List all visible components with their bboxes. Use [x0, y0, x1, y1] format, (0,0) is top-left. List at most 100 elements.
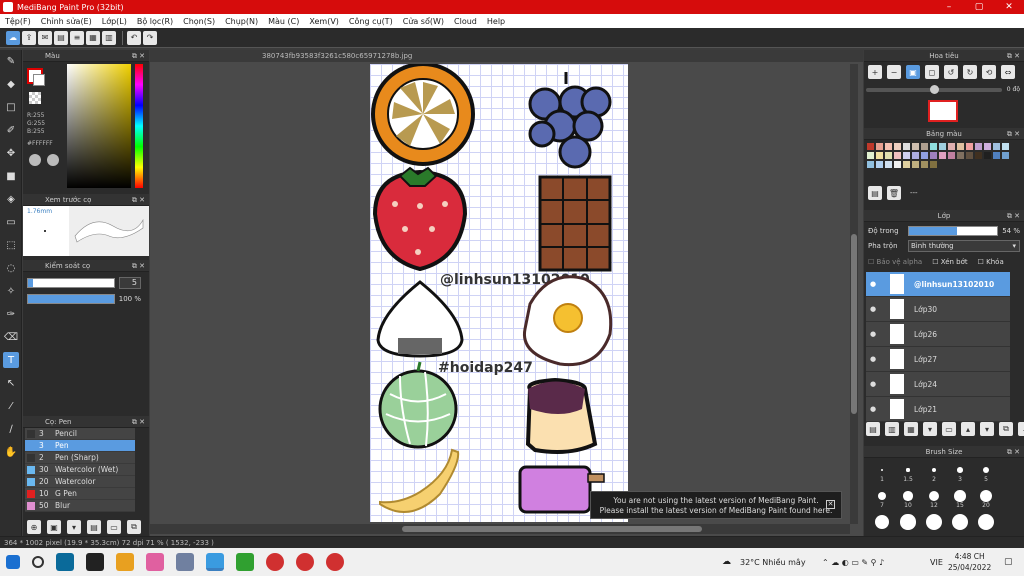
palette-swatch[interactable] — [921, 143, 928, 150]
palette-swatch[interactable] — [894, 161, 901, 168]
palette-swatch[interactable] — [975, 152, 982, 159]
background-color-swatch[interactable] — [33, 74, 45, 86]
list-icon[interactable]: ≡ — [70, 30, 84, 45]
palette-swatch[interactable] — [867, 152, 874, 159]
palette-swatch[interactable] — [984, 152, 991, 159]
notice-close-button[interactable]: ✕ — [826, 500, 835, 509]
document-canvas[interactable]: @linhsun13102010 #hoidap247 — [370, 64, 628, 522]
menu-filter[interactable]: Bộ lọc(R) — [132, 17, 178, 26]
layer-opacity-slider[interactable] — [908, 226, 998, 236]
magic-wand-tool-icon[interactable]: ✧ — [3, 283, 19, 299]
new-halftone-layer-icon[interactable]: ▥ — [885, 422, 899, 436]
merge-layer-icon[interactable]: ⇩ — [1018, 422, 1024, 436]
palette-swatch[interactable] — [939, 143, 946, 150]
brush-opacity-slider[interactable] — [27, 294, 115, 304]
panel-menu-icon[interactable]: ⧉ ✕ — [132, 194, 145, 206]
color-wheel-icon[interactable] — [29, 154, 41, 166]
brush-size-cell[interactable]: 5 — [974, 462, 998, 486]
rotation-slider-handle[interactable] — [930, 85, 939, 94]
eyedropper-tool-icon[interactable]: ⁄ — [3, 398, 19, 414]
undo-icon[interactable]: ↶ — [127, 30, 141, 45]
layer-row[interactable]: ● Lớp21 — [866, 397, 1010, 422]
palette-swatch[interactable] — [1002, 143, 1009, 150]
panel-menu-icon[interactable]: ⧉ ✕ — [1007, 446, 1020, 458]
menu-cloud[interactable]: Cloud — [449, 17, 482, 26]
brush-tool-icon[interactable]: ✎ — [3, 53, 19, 69]
brush-size-cell[interactable] — [974, 514, 998, 538]
comment-icon[interactable]: ✉ — [38, 30, 52, 45]
brush-size-grid[interactable]: 1 1.5 2 3 5 7 10 12 15 20 — [864, 458, 1010, 536]
operation-tool-icon[interactable]: ↖ — [3, 375, 19, 391]
palette-swatch[interactable] — [912, 143, 919, 150]
lasso-tool-icon[interactable]: ◌ — [3, 260, 19, 276]
brush-size-cell[interactable]: 12 — [922, 488, 946, 512]
brush-row[interactable]: 3 Pencil — [25, 428, 135, 440]
panel-menu-icon[interactable]: ⧉ ✕ — [1007, 128, 1020, 140]
layer-down-icon[interactable]: ▾ — [980, 422, 994, 436]
clip-checkbox[interactable]: ☐ Xén bớt — [932, 258, 967, 266]
horizontal-scroll-thumb[interactable] — [402, 526, 702, 532]
palette-swatch[interactable] — [993, 143, 1000, 150]
medibang-taskbar-icon[interactable] — [206, 553, 224, 571]
layer-up-icon[interactable]: ▴ — [961, 422, 975, 436]
layer-row[interactable]: ● Lớp27 — [866, 347, 1010, 372]
palette-swatch[interactable] — [867, 161, 874, 168]
dropper-tool-icon[interactable]: ∕ — [3, 421, 19, 437]
language-indicator[interactable]: VIE — [930, 558, 943, 567]
panel-menu-icon[interactable]: ⧉ ✕ — [132, 50, 145, 62]
blend-mode-select[interactable]: Bình thường ▾ — [908, 240, 1020, 252]
pen-tool-icon[interactable]: ✐ — [3, 122, 19, 138]
brush-size-cell[interactable]: 10 — [896, 488, 920, 512]
panel-menu-icon[interactable]: ⧉ ✕ — [132, 416, 145, 428]
palette-swatch[interactable] — [903, 152, 910, 159]
menu-view[interactable]: Xem(V) — [304, 17, 344, 26]
menu-color[interactable]: Màu (C) — [263, 17, 304, 26]
close-window-button[interactable]: ✕ — [994, 0, 1024, 14]
duplicate-layer-icon[interactable]: ⧉ — [999, 422, 1013, 436]
brush-size-cell[interactable]: 15 — [948, 488, 972, 512]
grid-icon[interactable]: ▦ — [86, 30, 100, 45]
palette-swatch[interactable] — [867, 143, 874, 150]
brush-new-icon[interactable]: ▤ — [87, 520, 101, 534]
transparent-color-swatch[interactable] — [29, 92, 41, 104]
menu-snap[interactable]: Chụp(N) — [220, 17, 263, 26]
search-icon[interactable] — [32, 556, 44, 568]
brush-row[interactable]: 20 Watercolor — [25, 476, 135, 488]
palette-swatch[interactable] — [876, 161, 883, 168]
brush-size-slider[interactable] — [27, 278, 115, 288]
brush-row[interactable]: 2 Pen (Sharp) — [25, 452, 135, 464]
palette-swatch[interactable] — [957, 143, 964, 150]
weather-text[interactable]: 32°C Nhiều mây — [740, 558, 806, 567]
chrome-icon[interactable] — [266, 553, 284, 571]
visibility-icon[interactable]: ● — [866, 405, 880, 413]
brush-size-value[interactable]: 5 — [119, 277, 141, 289]
palette-swatch[interactable] — [894, 152, 901, 159]
brush-row[interactable]: 30 Watercolor (Wet) — [25, 464, 135, 476]
palette-swatch[interactable] — [912, 161, 919, 168]
hue-slider[interactable] — [135, 64, 143, 188]
menu-layer[interactable]: Lớp(L) — [97, 17, 132, 26]
palette-swatch[interactable] — [876, 152, 883, 159]
minimize-button[interactable]: – — [934, 0, 964, 14]
fill-rect-tool-icon[interactable]: ■ — [3, 168, 19, 184]
select-tool-icon[interactable]: ⬚ — [3, 237, 19, 253]
chrome-icon[interactable] — [326, 553, 344, 571]
document-tab[interactable]: 380743fb93583f3261c580c65971278b.jpg — [150, 50, 863, 62]
brush-row[interactable]: 3 Pen — [25, 440, 135, 452]
brush-copy-icon[interactable]: ▣ — [47, 520, 61, 534]
fit-icon[interactable]: ▣ — [906, 65, 920, 79]
palette-delete-icon[interactable]: 🗑 — [887, 186, 901, 200]
palette-swatch[interactable] — [894, 143, 901, 150]
select-eraser-tool-icon[interactable]: ⌫ — [3, 329, 19, 345]
panel-menu-icon[interactable]: ⧉ ✕ — [1007, 210, 1020, 222]
palette-swatch[interactable] — [939, 152, 946, 159]
text-tool-icon[interactable]: T — [3, 352, 19, 368]
shape-tool-icon[interactable]: □ — [3, 99, 19, 115]
layer-row[interactable]: ● Lớp26 — [866, 322, 1010, 347]
visibility-icon[interactable]: ● — [866, 380, 880, 388]
layers-icon[interactable]: ▤ — [54, 30, 68, 45]
panel-menu-icon[interactable]: ⧉ ✕ — [1007, 50, 1020, 62]
brush-size-cell[interactable]: 1.5 — [896, 462, 920, 486]
palette-swatch[interactable] — [921, 152, 928, 159]
vertical-scrollbar[interactable] — [850, 64, 858, 524]
